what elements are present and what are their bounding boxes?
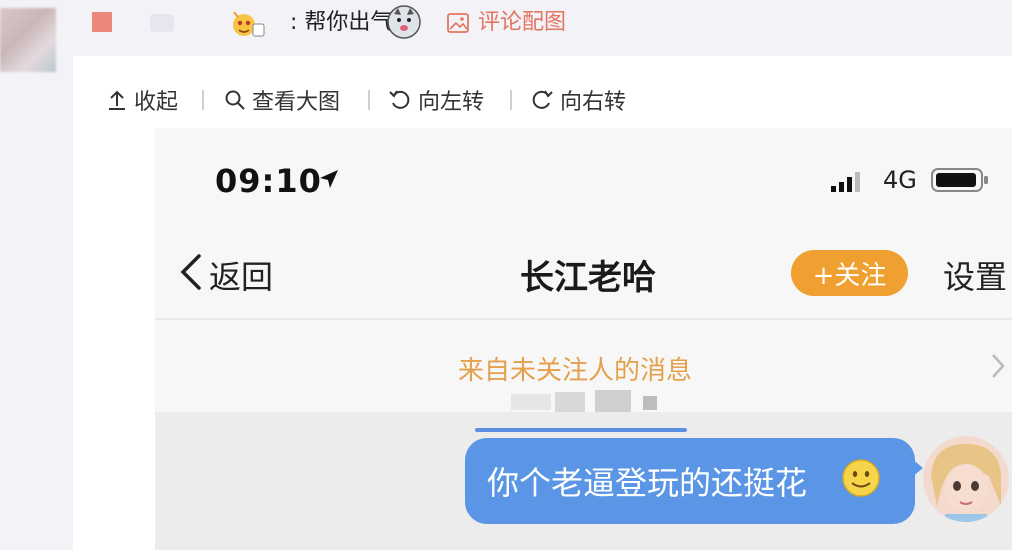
rotate-right-button[interactable]: 向右转 [530, 84, 626, 116]
toolbar-divider [510, 90, 512, 110]
rotate-left-button[interactable]: 向左转 [388, 84, 484, 116]
collapse-button[interactable]: 收起 [106, 84, 178, 116]
follow-button[interactable]: +关注 [791, 250, 908, 296]
rotate-left-label: 向左转 [418, 90, 485, 115]
username-redacted [92, 12, 112, 32]
husky-emoji-icon [387, 5, 421, 39]
rotate-right-icon [532, 90, 553, 109]
message-text: 你个老逼登玩的还挺花 [487, 464, 808, 502]
magnifier-icon [225, 90, 245, 110]
toolbar-divider [368, 90, 370, 110]
chevron-right-icon [992, 354, 1005, 378]
location-arrow-icon [320, 170, 338, 188]
previous-bubble-edge [475, 428, 687, 432]
rotate-left-icon [389, 90, 410, 109]
comment-attachment-link[interactable]: 评论配图 [478, 8, 566, 38]
toolbar-divider [202, 90, 204, 110]
settings-button[interactable]: 设置 [943, 252, 1007, 298]
signal-icon [831, 172, 860, 192]
commenter-avatar[interactable] [0, 8, 56, 72]
smiley-emoji-icon [842, 459, 880, 497]
sender-avatar[interactable] [923, 436, 1009, 522]
view-large-button[interactable]: 查看大图 [224, 84, 340, 116]
image-icon[interactable] [447, 13, 469, 33]
back-chevron-icon[interactable] [177, 252, 203, 292]
chat-title: 长江老哈 [520, 258, 656, 298]
username-redacted-2 [150, 14, 174, 32]
chat-screenshot-image[interactable]: 09:10 4G 返回 长江老哈 +关注 设置 来自未关注人的消息 你个老逼登玩… [155, 128, 1012, 550]
stranger-notice-text: 来自未关注人的消息 [458, 356, 693, 386]
bubble-tail [911, 458, 923, 478]
view-large-label: 查看大图 [252, 90, 341, 115]
comment-text: : 帮你出气 [290, 10, 393, 35]
battery-icon [931, 168, 988, 192]
network-type: 4G [883, 166, 917, 194]
emoji-icon [233, 11, 265, 37]
upload-arrow-icon [109, 90, 125, 110]
status-time: 09:10 [215, 162, 322, 200]
redacted-timestamp [511, 390, 657, 414]
back-button[interactable]: 返回 [209, 252, 273, 298]
collapse-label: 收起 [134, 90, 179, 115]
rotate-right-label: 向右转 [560, 90, 627, 115]
